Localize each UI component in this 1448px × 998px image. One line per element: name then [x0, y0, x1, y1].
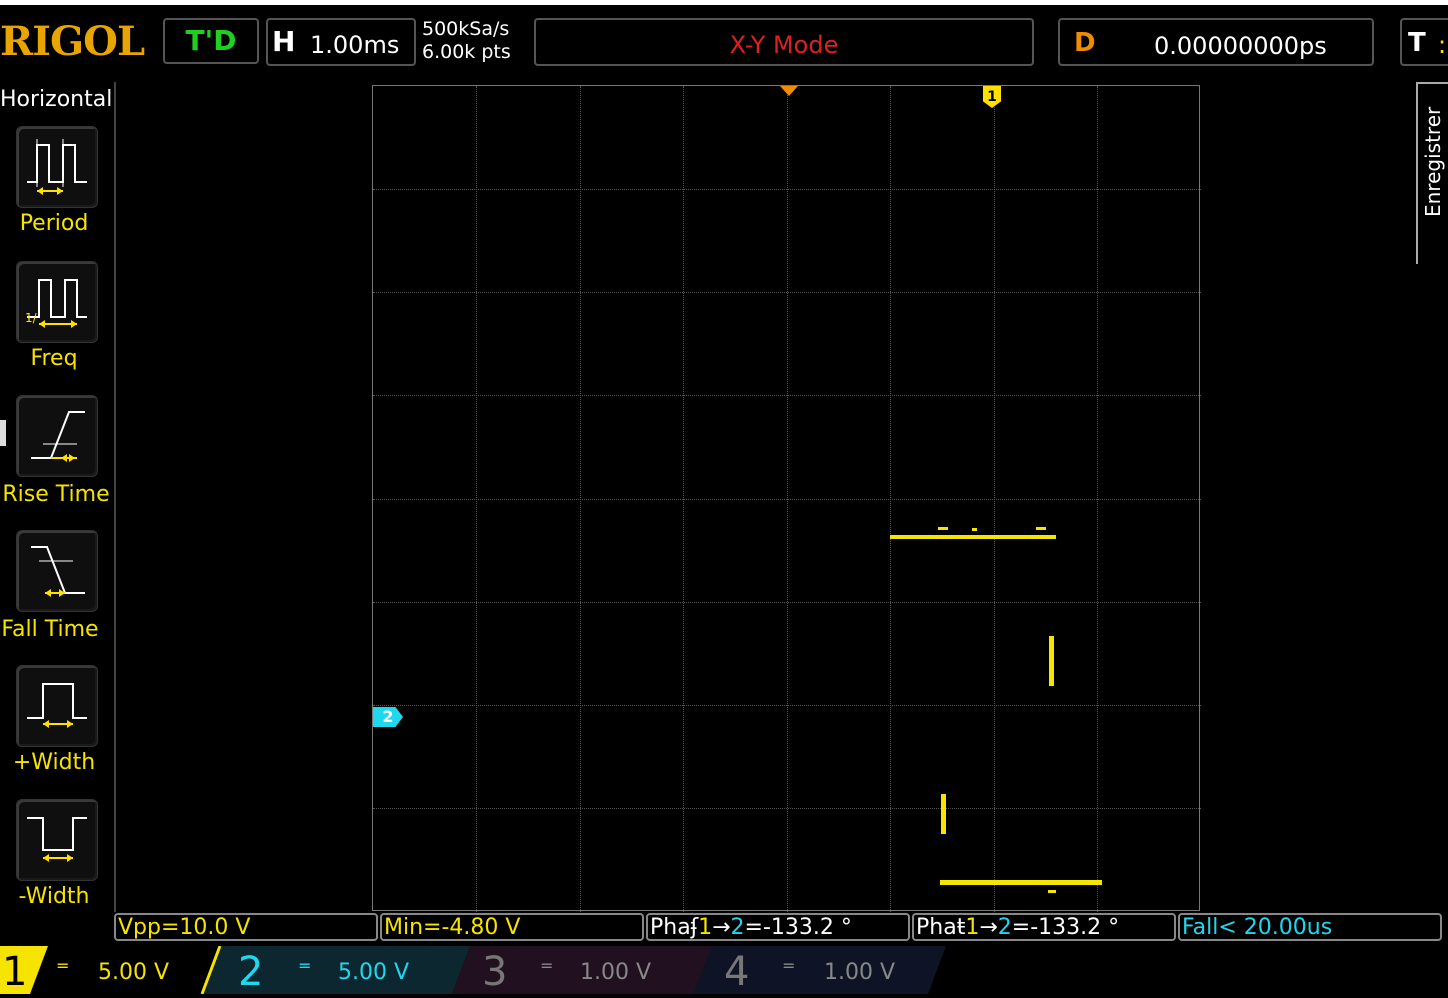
rise-time-button[interactable] — [16, 395, 98, 477]
xy-trace-dot — [1036, 527, 1046, 530]
rise-time-label: Rise Time — [2, 482, 110, 507]
ch2-scale: 5.00 V — [338, 960, 410, 985]
fall-time-label: Fall Time — [1, 617, 99, 642]
grid-line — [373, 705, 1201, 706]
negative-width-label: -Width — [18, 884, 90, 909]
measurement-phase-rising[interactable]: Phaʄ1→2=-133.2 ° — [646, 913, 910, 941]
arrow-icon: → — [979, 915, 998, 940]
grid-line — [373, 292, 1201, 293]
frequency-button[interactable]: 1/ — [16, 261, 98, 343]
phase-prefix: Pha — [650, 915, 691, 940]
phase-source: 1 — [965, 915, 980, 940]
xy-trace-segment — [941, 794, 946, 834]
trigger-level-indicator: : — [1438, 31, 1447, 59]
positive-width-button[interactable] — [16, 665, 98, 747]
negative-width-button[interactable] — [16, 799, 98, 881]
phase-destination: 2 — [730, 915, 745, 940]
ch2-tab[interactable]: 2 — [238, 946, 263, 995]
selection-indicator — [0, 420, 6, 446]
xy-trace-dot — [972, 528, 977, 531]
trigger-status-indicator[interactable]: T'D — [163, 18, 259, 64]
ch4-scale: 1.00 V — [824, 960, 896, 985]
ch4-coupling-icon: = — [782, 956, 796, 975]
grid-line — [373, 808, 1201, 809]
ch1-coupling-icon: = — [56, 956, 70, 975]
phase-destination: 2 — [997, 915, 1012, 940]
measurement-fall-time[interactable]: Fall< 20.00us — [1178, 913, 1442, 941]
svg-text:1/: 1/ — [25, 311, 38, 325]
horizontal-label: H — [272, 25, 296, 58]
measurement-phase-falling[interactable]: Phaŧ1→2=-133.2 ° — [912, 913, 1176, 941]
ch2-coupling-icon: = — [298, 956, 312, 975]
ch3-scale: 1.00 V — [580, 960, 652, 985]
menu-title: Horizontal — [0, 87, 113, 112]
measurement-vpp[interactable]: Vpp=10.0 V — [114, 913, 378, 941]
delay-label: D — [1074, 28, 1096, 58]
memory-depth: 6.00k pts — [422, 41, 511, 63]
period-button[interactable] — [16, 126, 98, 208]
xy-trace-segment — [940, 880, 1102, 885]
phase-value: =-133.2 ° — [1011, 915, 1120, 940]
grid-line — [373, 602, 1201, 603]
ch1-tab[interactable]: 1 — [2, 946, 27, 995]
arrow-icon: → — [712, 915, 731, 940]
fall-time-icon — [31, 546, 85, 597]
measurement-min[interactable]: Min=-4.80 V — [380, 913, 644, 941]
delay-value: 0.00000000ps — [1154, 32, 1327, 60]
top-border-line — [0, 0, 1448, 5]
frequency-icon: 1/ — [25, 279, 87, 328]
period-label: Period — [19, 211, 89, 236]
xy-trace-segment — [1049, 636, 1054, 686]
ch4-tab[interactable]: 4 — [724, 946, 749, 995]
positive-width-label: +Width — [12, 750, 96, 775]
rise-time-icon — [31, 411, 85, 462]
phase-value: =-133.2 ° — [744, 915, 852, 940]
save-tab-label: Enregistrer — [1421, 106, 1445, 217]
rising-edge-glyph: ʄ — [690, 915, 699, 940]
xy-trace-dot — [1048, 890, 1056, 893]
ch3-coupling-icon: = — [540, 956, 554, 975]
grid-line — [373, 395, 1201, 396]
period-icon — [27, 139, 87, 195]
rigol-logo: RIGOL — [0, 18, 145, 65]
trigger-label: T — [1408, 28, 1426, 58]
waveform-display[interactable] — [372, 85, 1201, 912]
fall-time-button[interactable] — [16, 530, 98, 612]
trigger-position-marker[interactable] — [780, 86, 798, 96]
mode-label: X-Y Mode — [729, 31, 839, 59]
negative-width-icon — [27, 817, 87, 862]
ch3-tab[interactable]: 3 — [482, 946, 507, 995]
timebase-value: 1.00ms — [310, 31, 400, 59]
phase-source: 1 — [698, 915, 713, 940]
ch1-scale: 5.00 V — [98, 960, 170, 985]
positive-width-icon — [27, 683, 87, 728]
xy-trace-segment — [890, 535, 1056, 539]
sample-rate: 500kSa/s — [422, 18, 510, 40]
grid-line — [373, 499, 1201, 500]
xy-trace-dot — [938, 527, 948, 530]
grid-line — [373, 189, 1201, 190]
phase-prefix: Pha — [916, 915, 957, 940]
frequency-label: Freq — [30, 346, 78, 371]
